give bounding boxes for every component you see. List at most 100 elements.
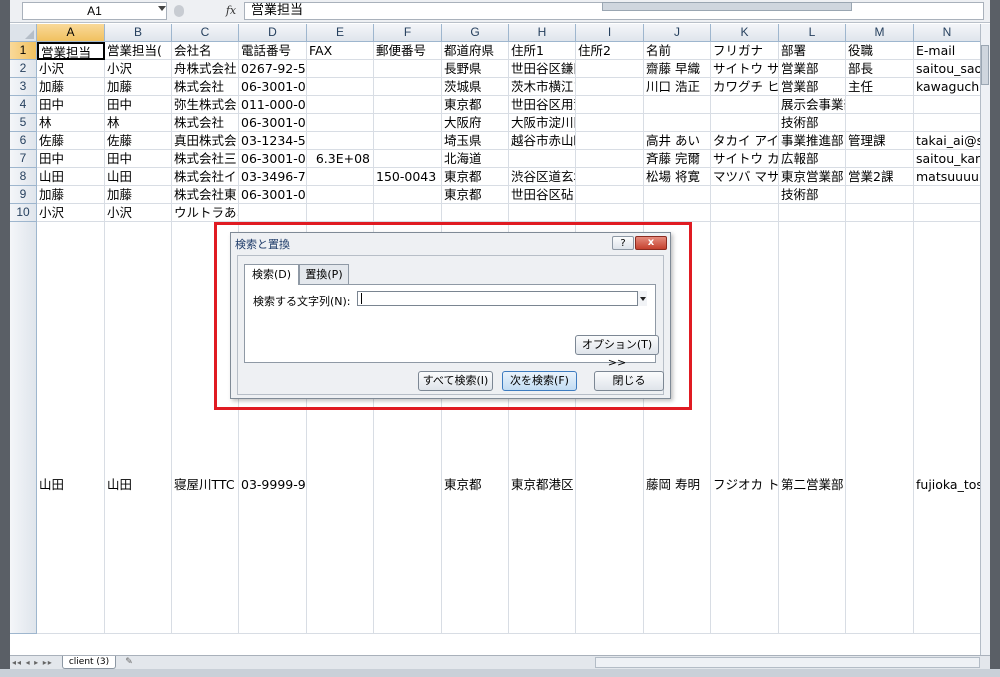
cell[interactable]: 大阪市淀川区三国本町: [509, 114, 576, 132]
cell[interactable]: 川口 浩正: [644, 78, 711, 96]
column-header-k[interactable]: K: [711, 24, 779, 42]
cell[interactable]: フジオカ ト: [711, 222, 779, 634]
cell[interactable]: 佐藤: [105, 132, 172, 150]
cell[interactable]: 都道府県: [442, 42, 509, 60]
row-header[interactable]: 4: [10, 96, 37, 114]
cell[interactable]: 林: [37, 114, 105, 132]
cell[interactable]: 世田谷区用賀: [509, 96, 576, 114]
cell[interactable]: 世田谷区鎌田: [509, 60, 576, 78]
cell[interactable]: 第二営業部: [779, 222, 846, 634]
cell[interactable]: kawaguchi: [914, 78, 980, 96]
cell[interactable]: 06-3001-0: [239, 150, 307, 168]
cell[interactable]: 事業推進部: [779, 132, 846, 150]
row-header[interactable]: 7: [10, 150, 37, 168]
cell[interactable]: [914, 186, 980, 204]
cell[interactable]: [846, 150, 914, 168]
cell[interactable]: 06-3001-0058: [239, 78, 307, 96]
row-header[interactable]: 3: [10, 78, 37, 96]
cell[interactable]: 150-0043: [374, 168, 442, 186]
cell[interactable]: matsuuuub: [914, 168, 980, 186]
cell[interactable]: 東京都: [442, 168, 509, 186]
cell[interactable]: 渋谷区道玄坂1?2O?2: [509, 168, 576, 186]
row-header[interactable]: 2: [10, 60, 37, 78]
cell[interactable]: FAX: [307, 42, 374, 60]
cell[interactable]: 6.3E+08: [307, 150, 374, 168]
close-icon[interactable]: x: [635, 236, 667, 250]
cell[interactable]: [509, 204, 576, 222]
cell[interactable]: 田中: [105, 150, 172, 168]
cell[interactable]: 加藤: [37, 186, 105, 204]
column-header-i[interactable]: I: [576, 24, 644, 42]
cell[interactable]: 住所1: [509, 42, 576, 60]
options-button[interactable]: オプション(T) >>: [575, 335, 659, 369]
cell[interactable]: [576, 150, 644, 168]
formula-bar-handle[interactable]: [174, 5, 184, 17]
cell[interactable]: [374, 132, 442, 150]
column-header-n[interactable]: N: [914, 24, 980, 42]
column-header-c[interactable]: C: [172, 24, 239, 42]
cell[interactable]: 小沢: [105, 204, 172, 222]
cell[interactable]: フリガナ: [711, 42, 779, 60]
cell[interactable]: 林: [105, 114, 172, 132]
tab-replace[interactable]: 置換(P): [299, 264, 349, 284]
cell[interactable]: 佐藤: [37, 132, 105, 150]
cell[interactable]: 株式会社東: [172, 186, 239, 204]
cell[interactable]: 小沢: [105, 60, 172, 78]
cell[interactable]: [239, 204, 307, 222]
cell[interactable]: [307, 204, 374, 222]
cell[interactable]: [711, 96, 779, 114]
cell[interactable]: 舟株式会社: [172, 60, 239, 78]
column-header-d[interactable]: D: [239, 24, 307, 42]
cell[interactable]: マツバ マサ: [711, 168, 779, 186]
row-header[interactable]: 10: [10, 204, 37, 222]
cell[interactable]: 山田: [37, 222, 105, 634]
cell[interactable]: 営業部: [779, 60, 846, 78]
cell[interactable]: 斉藤 完爾: [644, 150, 711, 168]
horizontal-scroll-thumb[interactable]: [602, 2, 852, 11]
cell[interactable]: 東京都: [442, 96, 509, 114]
find-what-input[interactable]: [357, 291, 647, 306]
cell[interactable]: [644, 114, 711, 132]
cell[interactable]: 会社名: [172, 42, 239, 60]
column-header-b[interactable]: B: [105, 24, 172, 42]
column-header-h[interactable]: H: [509, 24, 576, 42]
cell[interactable]: 部署: [779, 42, 846, 60]
cell[interactable]: [374, 114, 442, 132]
insert-function-icon[interactable]: fx: [222, 2, 240, 20]
cell[interactable]: 齋藤 早織: [644, 60, 711, 78]
cell[interactable]: 技術部: [779, 186, 846, 204]
cell[interactable]: 茨木市横江1-12-1: [509, 78, 576, 96]
cell[interactable]: 山田: [105, 222, 172, 634]
row-header[interactable]: 9: [10, 186, 37, 204]
cell[interactable]: [307, 96, 374, 114]
cell[interactable]: 真田株式会: [172, 132, 239, 150]
column-header-a[interactable]: A: [37, 24, 105, 42]
cell[interactable]: [711, 204, 779, 222]
cell[interactable]: 広報部: [779, 150, 846, 168]
cell[interactable]: 営業部: [779, 78, 846, 96]
cell[interactable]: 株式会社: [172, 78, 239, 96]
cell[interactable]: 株式会社三: [172, 150, 239, 168]
vertical-scrollbar[interactable]: [980, 24, 990, 655]
cell[interactable]: 011-000-0101: [239, 96, 307, 114]
cell[interactable]: サイトウ サ: [711, 60, 779, 78]
cell[interactable]: 住所2: [576, 42, 644, 60]
column-header-g[interactable]: G: [442, 24, 509, 42]
cell[interactable]: 田中: [37, 96, 105, 114]
cell[interactable]: 東京営業部: [779, 168, 846, 186]
cell[interactable]: takai_ai@sa: [914, 132, 980, 150]
cell[interactable]: 名前: [644, 42, 711, 60]
cell[interactable]: 株式会社: [172, 114, 239, 132]
cell[interactable]: [711, 114, 779, 132]
cell[interactable]: 郵便番号: [374, 42, 442, 60]
column-header-e[interactable]: E: [307, 24, 374, 42]
cell[interactable]: [307, 78, 374, 96]
cell[interactable]: 山田: [37, 168, 105, 186]
cell[interactable]: 03-1234-5678: [239, 132, 307, 150]
cell[interactable]: [307, 114, 374, 132]
cell[interactable]: fujioka_tos: [914, 222, 980, 634]
cell[interactable]: E-mail: [914, 42, 980, 60]
insert-sheet-icon[interactable]: ✎: [116, 656, 142, 669]
find-next-button[interactable]: 次を検索(F): [502, 371, 577, 391]
cell[interactable]: 加藤: [105, 186, 172, 204]
